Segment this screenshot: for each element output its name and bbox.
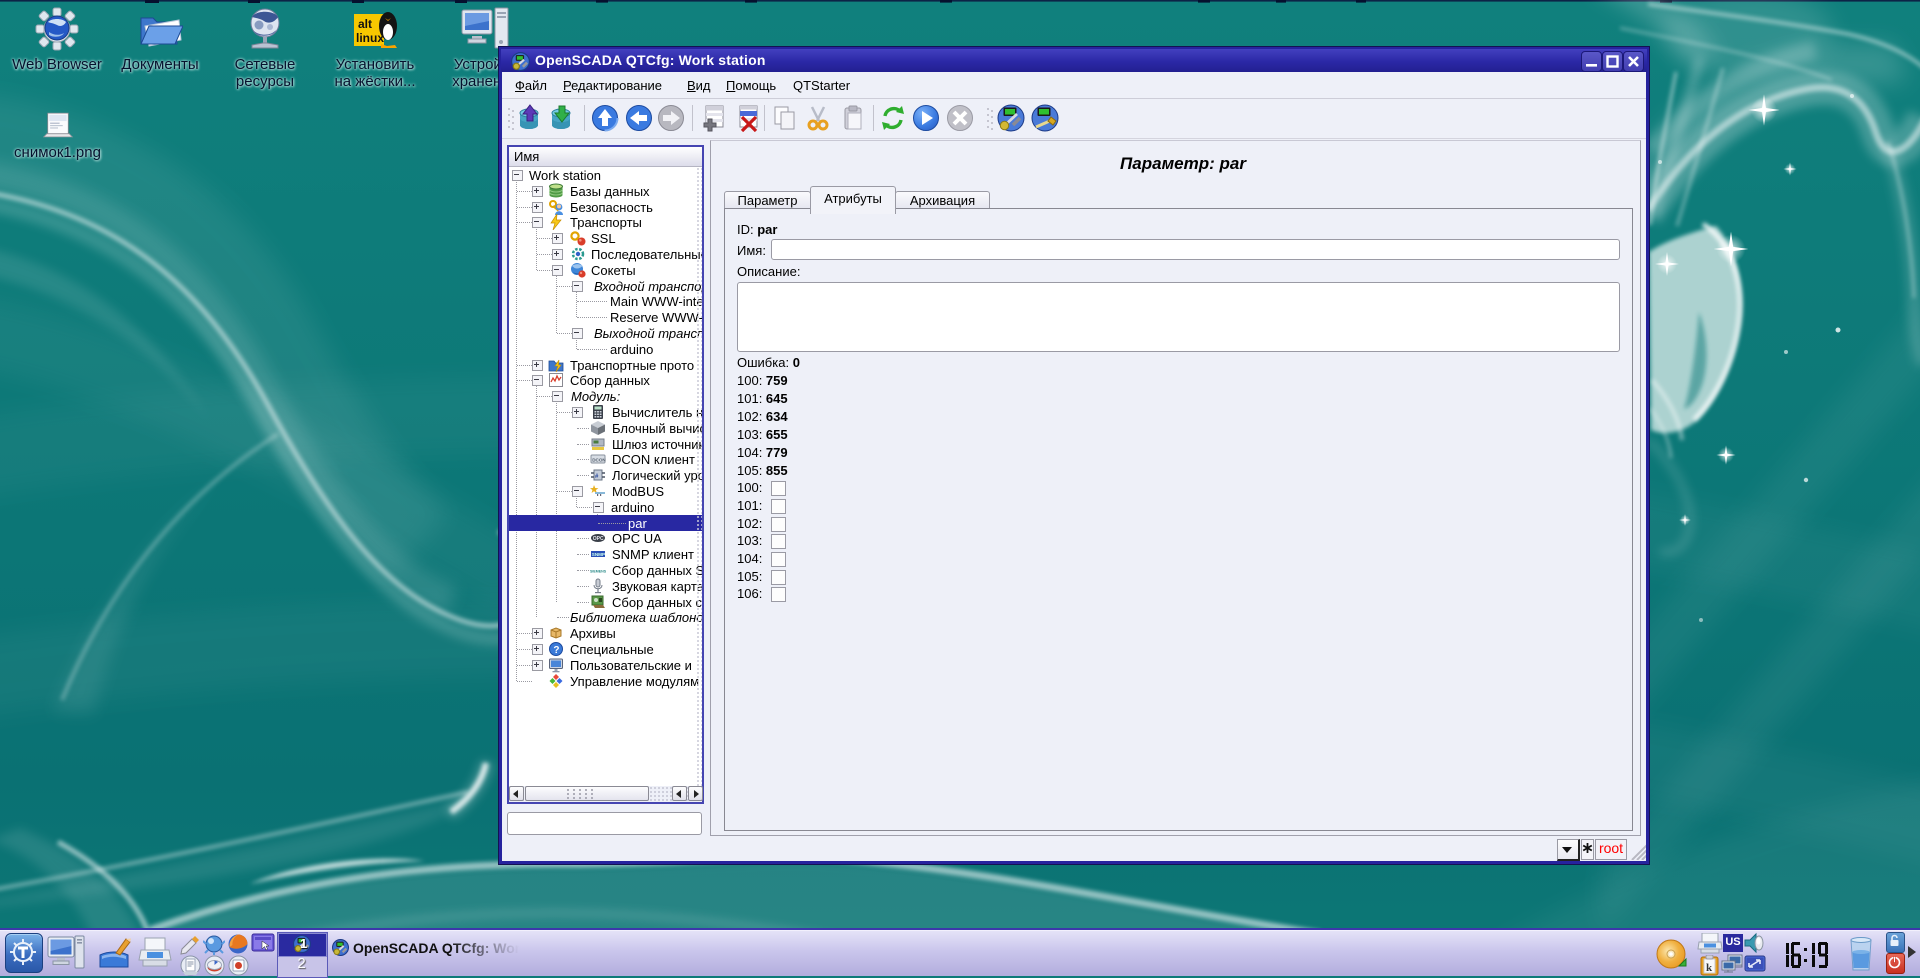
svg-text:k: k xyxy=(1706,962,1713,974)
svg-text:linux: linux xyxy=(356,31,384,45)
svg-text:alt: alt xyxy=(358,17,372,31)
